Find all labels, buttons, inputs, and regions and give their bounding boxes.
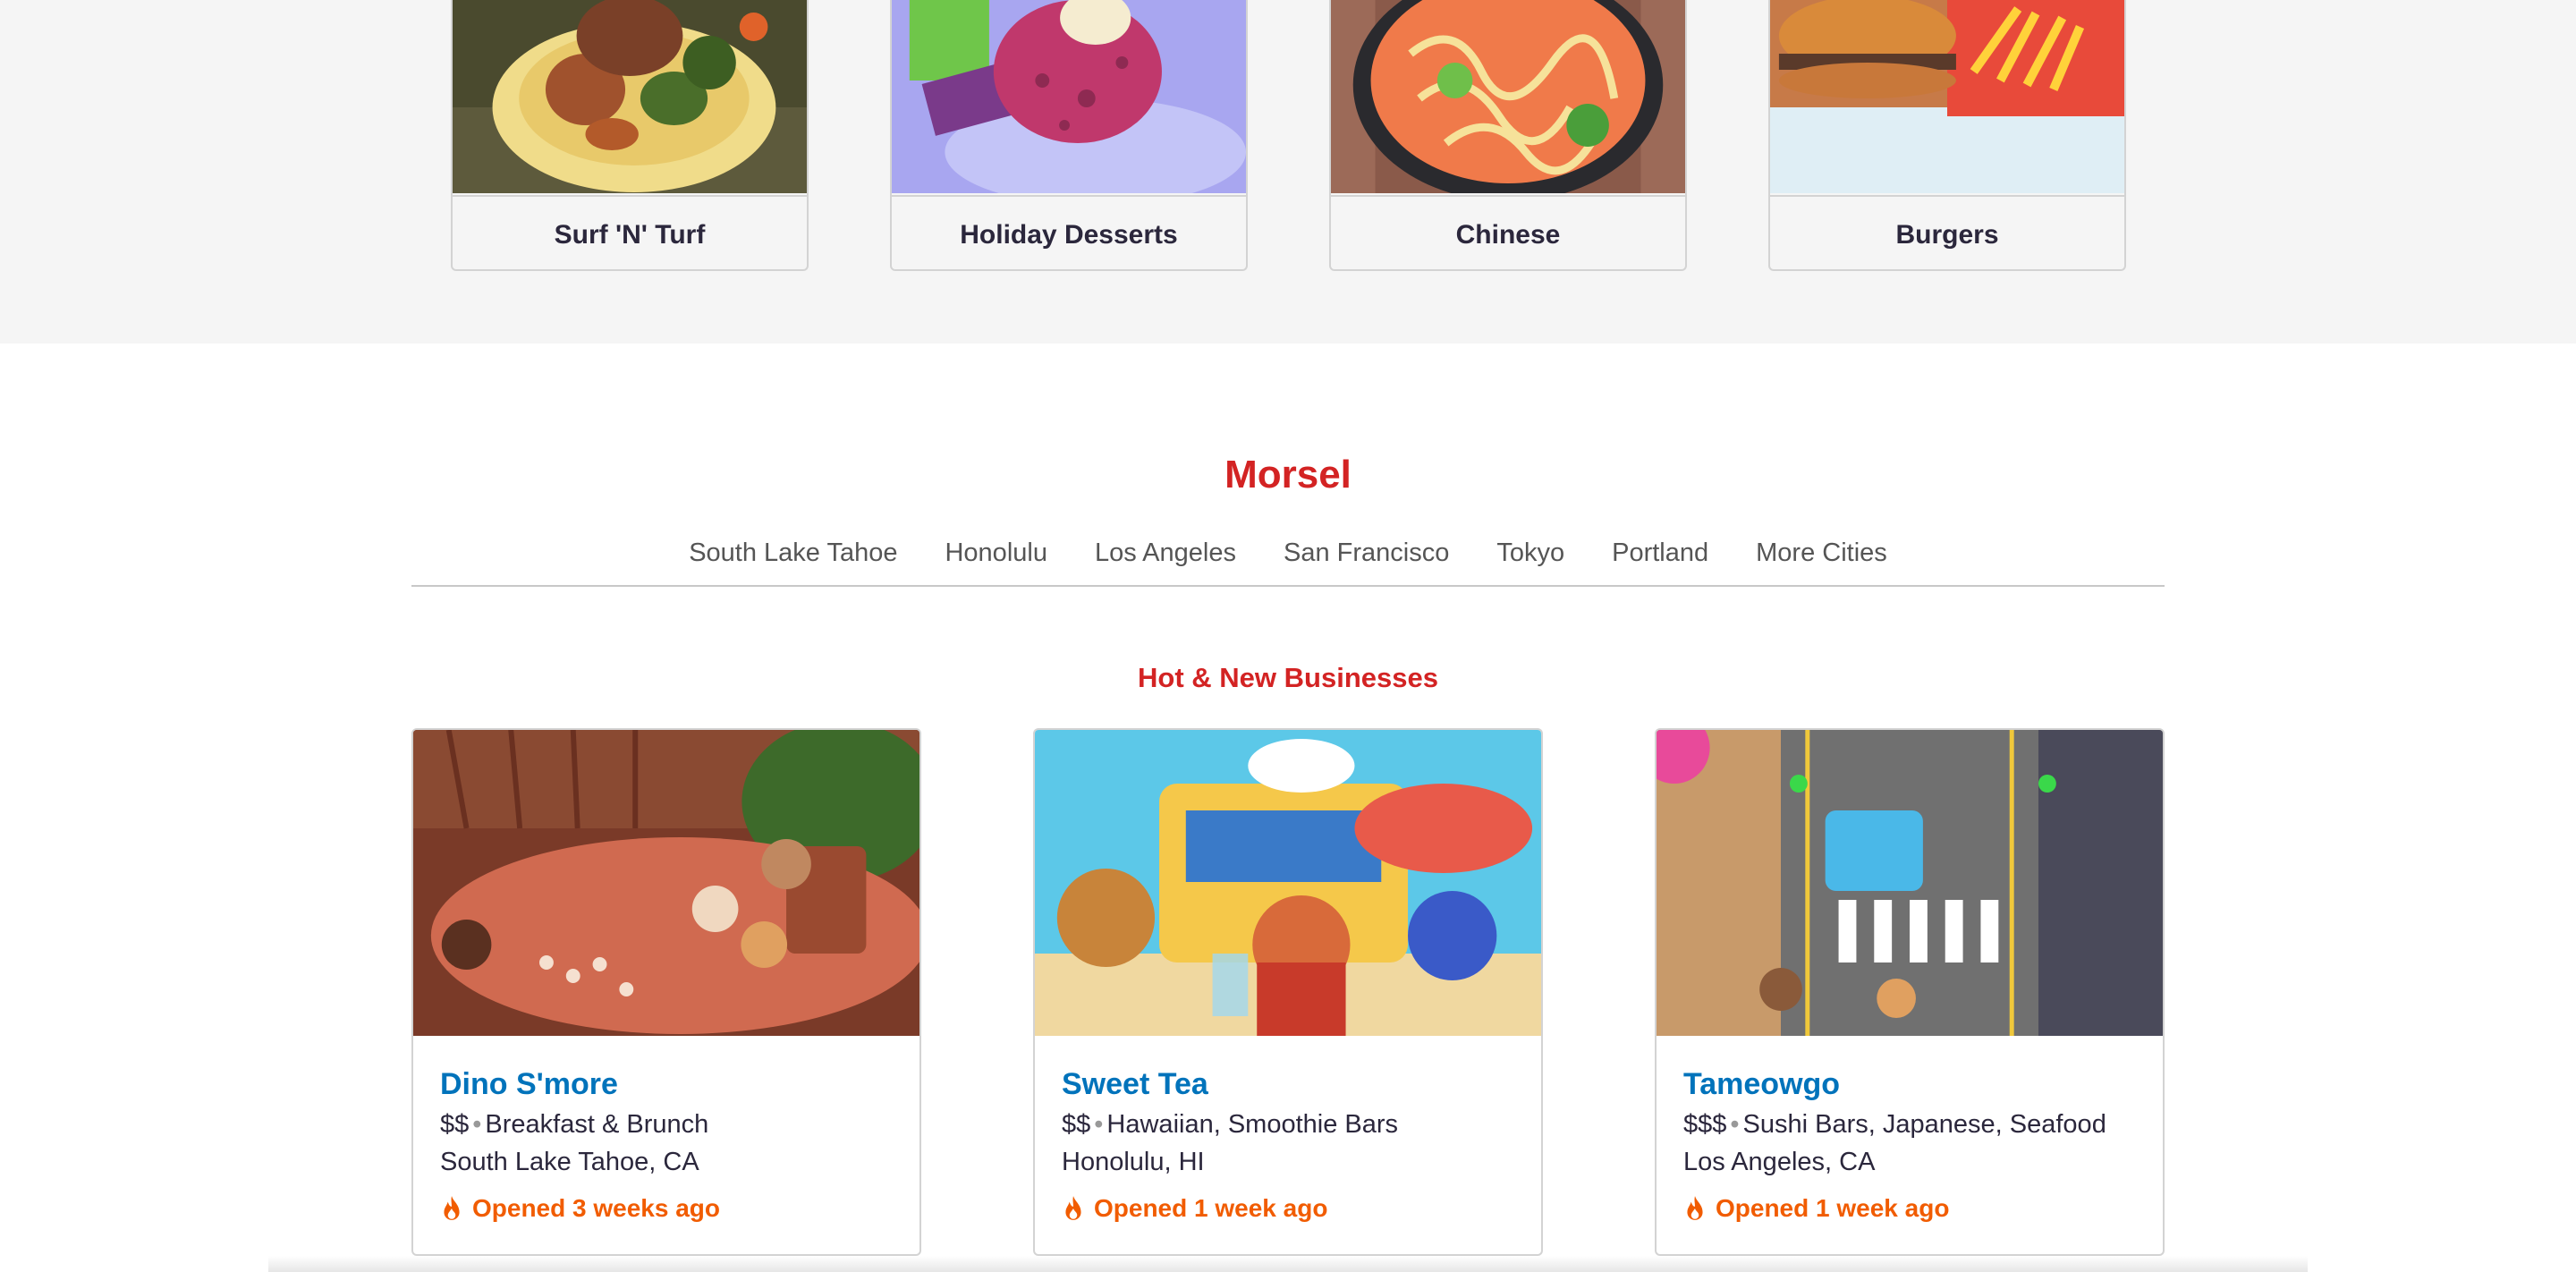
business-meta: $$ • Hawaiian, Smoothie Bars [1062,1106,1523,1143]
city-link-san-francisco[interactable]: San Francisco [1284,533,1449,572]
category-card-burgers[interactable]: Burgers [1768,0,2126,271]
city-link-los-angeles[interactable]: Los Angeles [1095,533,1236,572]
business-location: Los Angeles, CA [1683,1148,1876,1176]
business-photo[interactable] [1035,730,1541,1036]
separator-dot: • [1094,1110,1104,1139]
holiday-desserts-image [892,0,1246,193]
business-photo[interactable] [413,730,919,1036]
opened-badge: Opened 1 week ago [1062,1190,1523,1227]
price-range: $$$ [1683,1110,1727,1139]
separator-dot: • [1730,1110,1740,1139]
opened-text: Opened 1 week ago [1716,1194,1950,1222]
category-label: Chinese [1331,195,1685,269]
opened-text: Opened 1 week ago [1094,1194,1328,1222]
price-range: $$ [1062,1110,1091,1139]
business-categories[interactable]: Sushi Bars, Japanese, Seafood [1743,1110,2106,1139]
city-link-more-cities[interactable]: More Cities [1756,533,1887,572]
hot-new-title: Hot & New Businesses [1138,662,1438,693]
flame-icon [1065,1196,1081,1220]
category-card-chinese[interactable]: Chinese [1329,0,1687,271]
category-label: Burgers [1770,195,2124,269]
business-location: Honolulu, HI [1062,1148,1205,1176]
flame-icon [1687,1196,1703,1220]
opened-badge: Opened 1 week ago [1683,1190,2145,1227]
business-meta: $$ • Breakfast & Brunch [440,1106,902,1143]
separator-dot: • [472,1110,482,1139]
business-categories[interactable]: Hawaiian, Smoothie Bars [1106,1110,1398,1139]
business-info: Dino S'more $$ • Breakfast & Brunch South … [440,1064,902,1227]
city-link-south-lake-tahoe[interactable]: South Lake Tahoe [689,533,897,572]
flame-icon [444,1196,460,1220]
business-info: Sweet Tea $$ • Hawaiian, Smoothie Bars Hon… [1062,1064,1523,1227]
business-name-link[interactable]: Tameowgo [1683,1064,2145,1104]
opened-badge: Opened 3 weeks ago [440,1190,902,1227]
business-info: Tameowgo $$$ • Sushi Bars, Japanese, Seafo… [1683,1064,2145,1227]
category-label: Holiday Desserts [892,195,1246,269]
category-card-surf-n-turf[interactable]: Surf 'N' Turf [451,0,809,271]
category-label: Surf 'N' Turf [453,195,807,269]
city-nav: South Lake Tahoe Honolulu Los Angeles Sa… [411,533,2165,587]
business-name-link[interactable]: Dino S'more [440,1064,902,1104]
city-link-tokyo[interactable]: Tokyo [1496,533,1564,572]
brand-title[interactable]: Morsel [0,453,2576,497]
city-link-portland[interactable]: Portland [1612,533,1708,572]
business-location: South Lake Tahoe, CA [440,1148,699,1176]
business-photo[interactable] [1657,730,2163,1036]
chinese-image [1331,0,1685,193]
category-card-holiday-desserts[interactable]: Holiday Desserts [890,0,1248,271]
category-section: Surf 'N' Turf Holiday Desserts Chinese B… [0,0,2576,343]
business-card-dino-smore[interactable]: Dino S'more $$ • Breakfast & Brunch South … [411,728,921,1256]
bottom-shadow [268,1256,2308,1272]
business-card-sweet-tea[interactable]: Sweet Tea $$ • Hawaiian, Smoothie Bars Hon… [1033,728,1543,1256]
surf-n-turf-image [453,0,807,193]
price-range: $$ [440,1110,470,1139]
business-name-link[interactable]: Sweet Tea [1062,1064,1523,1104]
business-meta: $$$ • Sushi Bars, Japanese, Seafood [1683,1106,2145,1143]
business-categories[interactable]: Breakfast & Brunch [485,1110,708,1139]
city-link-honolulu[interactable]: Honolulu [945,533,1046,572]
opened-text: Opened 3 weeks ago [472,1194,720,1222]
burgers-image [1770,0,2124,193]
business-card-tameowgo[interactable]: Tameowgo $$$ • Sushi Bars, Japanese, Seafo… [1655,728,2165,1256]
